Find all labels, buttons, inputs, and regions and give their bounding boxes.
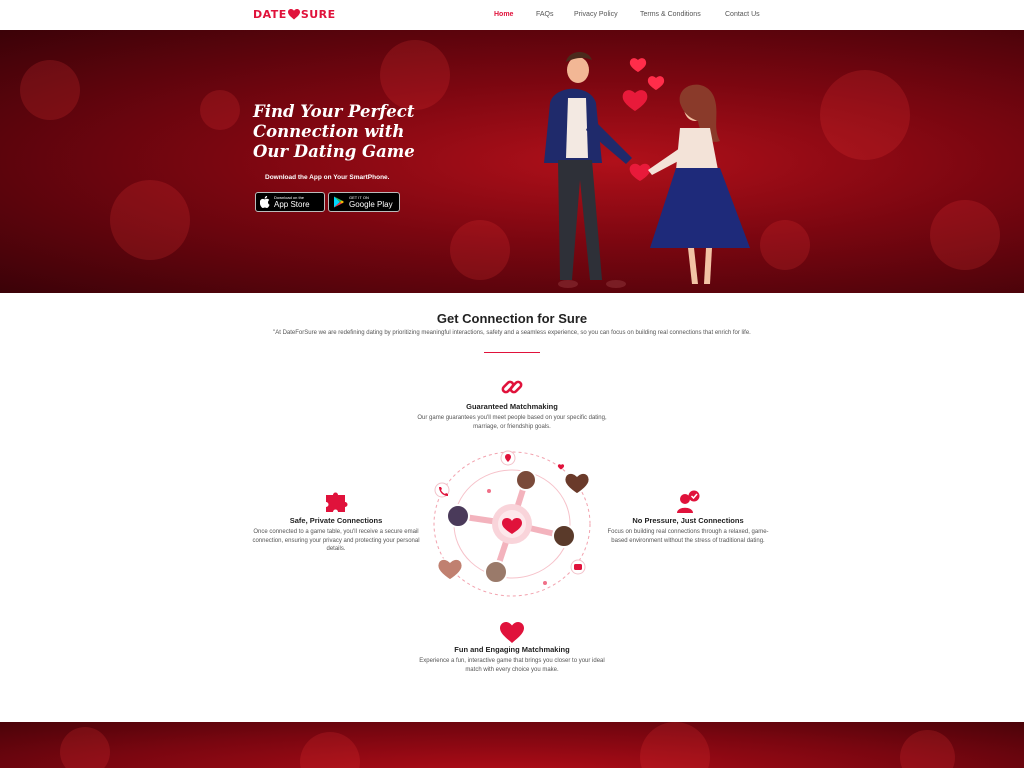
googleplay-big-label: Google Play	[349, 200, 393, 209]
hero-title-line2: Connection with	[253, 122, 405, 141]
google-play-button[interactable]: GET IT ON Google Play	[328, 192, 400, 212]
feature-fun-engaging: Fun and Engaging Matchmaking Experience …	[412, 645, 612, 674]
feature-text: Experience a fun, interactive game that …	[419, 658, 605, 673]
title-divider	[484, 352, 540, 353]
nav-terms-conditions[interactable]: Terms & Conditions	[640, 11, 701, 18]
hero-title-line3: Our Dating Game	[253, 142, 415, 161]
feature-no-pressure: No Pressure, Just Connections Focus on b…	[602, 516, 774, 545]
nav-home[interactable]: Home	[494, 11, 513, 18]
logo-text-left: DATE	[253, 8, 287, 21]
feature-title: Fun and Engaging Matchmaking	[454, 645, 570, 654]
appstore-big-label: App Store	[274, 200, 310, 209]
feature-text: Once connected to a game table, you'll r…	[252, 529, 420, 552]
apple-icon	[260, 196, 270, 208]
feature-title: No Pressure, Just Connections	[632, 516, 744, 525]
hero-subtitle: Download the App on Your SmartPhone.	[265, 174, 390, 181]
heart-icon	[500, 622, 524, 643]
app-store-button[interactable]: Download on the App Store	[255, 192, 325, 212]
section-description: "At DateForSure we are redefining dating…	[273, 330, 751, 336]
nav-privacy-policy[interactable]: Privacy Policy	[574, 11, 618, 18]
puzzle-icon	[326, 492, 348, 512]
brand-logo[interactable]: DATE SURE	[253, 8, 336, 21]
hero-title: Find Your Perfect Connection with Our Da…	[253, 102, 453, 162]
feature-safe-private-connections: Safe, Private Connections Once connected…	[250, 516, 422, 554]
logo-text-right: SURE	[300, 8, 336, 21]
link-chain-icon	[501, 380, 523, 394]
feature-guaranteed-matchmaking: Guaranteed Matchmaking Our game guarante…	[412, 402, 612, 431]
heart-logo-icon	[287, 9, 300, 20]
google-play-icon	[334, 196, 344, 208]
nav-faqs[interactable]: FAQs	[536, 11, 554, 18]
feature-text: Our game guarantees you'll meet people b…	[417, 415, 607, 430]
footer-banner	[0, 722, 1024, 768]
feature-title: Guaranteed Matchmaking	[466, 402, 558, 411]
hero-banner: Find Your Perfect Connection with Our Da…	[0, 30, 1024, 293]
section-title: Get Connection for Sure	[436, 311, 588, 326]
nav-contact-us[interactable]: Contact Us	[725, 11, 760, 18]
top-navbar: DATE SURE Home FAQs Privacy Policy Terms…	[0, 0, 1024, 31]
connection-network-illustration	[433, 450, 591, 597]
hero-title-line1: Find Your Perfect	[253, 102, 415, 121]
couple-illustration	[544, 51, 750, 288]
user-check-icon	[677, 490, 700, 513]
feature-text: Focus on building real connections throu…	[607, 529, 769, 544]
feature-title: Safe, Private Connections	[289, 516, 383, 525]
